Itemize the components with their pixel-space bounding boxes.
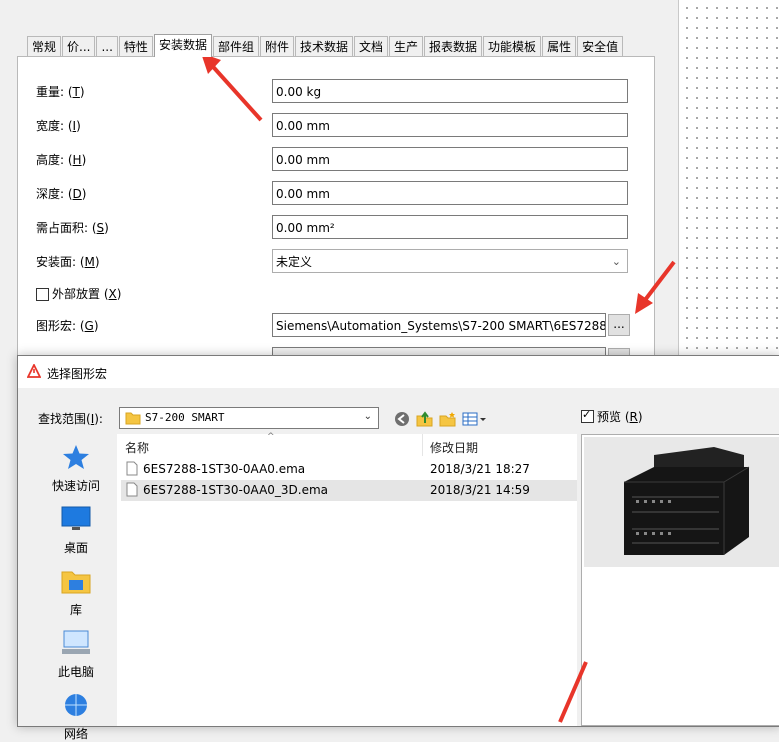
tab-accessories[interactable]: 附件 [259,36,294,57]
tab-production[interactable]: 生产 [389,36,424,57]
new-folder-icon[interactable] [439,411,457,430]
tab-part-group[interactable]: 部件组 [212,36,259,57]
file-name: 6ES7288-1ST30-0AA0.ema [143,462,306,476]
graphic-macro-field[interactable]: Siemens\Automation_Systems\S7-200 SMART\… [272,313,606,337]
sort-ascending-icon: ^ [267,432,275,442]
place-label: 此电脑 [57,665,94,679]
tab-characteristics[interactable]: 特性 [118,36,153,57]
tab-price[interactable]: 价... [62,36,96,57]
properties-window: 常规 价... ... 特性 安装数据 部件组 附件 技术数据 文档 生产 报表… [0,0,678,371]
tab-report-data[interactable]: 报表数据 [424,36,483,57]
height-field[interactable]: 0.00 mm [272,147,628,171]
depth-field[interactable]: 0.00 mm [272,181,628,205]
tab-properties[interactable]: 属性 [542,36,577,57]
mount-surface-value: 未定义 [276,255,313,269]
schematic-canvas[interactable] [678,0,779,360]
place-network[interactable]: 网络 [36,692,116,742]
tab-technical-data[interactable]: 技术数据 [294,36,353,57]
preview-checkbox[interactable]: 预览 (R) [581,408,643,425]
select-macro-dialog: 选择图形宏 查找范围(I): S7-200 SMART ⌄ 快速访问 桌面 库 [17,355,779,741]
area-label: 需占面积: (S) [36,221,109,235]
place-label: 库 [69,603,82,617]
external-placement-label: 外部放置 (X) [52,287,122,301]
tab-safety-values[interactable]: 安全值 [577,36,624,57]
checkbox-checked-icon [581,408,594,423]
place-label: 快速访问 [51,479,100,493]
up-folder-icon[interactable] [416,411,434,430]
browse-button[interactable]: ... [608,314,630,336]
tab-documents[interactable]: 文档 [354,36,389,57]
graphic-macro-label: 图形宏: (G) [36,319,99,333]
preview-pane [581,434,779,726]
mount-label: 安装面: (M) [36,255,100,269]
tab-function-templates[interactable]: 功能模板 [483,36,542,57]
library-icon [36,568,116,597]
file-date: 2018/3/21 18:27 [430,462,530,476]
computer-icon [36,630,116,659]
column-header-name[interactable]: 名称 [125,439,149,456]
external-placement-checkbox[interactable] [36,288,49,301]
tab-mounting-data[interactable]: 安装数据 [153,34,212,57]
file-name: 6ES7288-1ST30-0AA0_3D.ema [143,483,329,497]
place-this-pc[interactable]: 此电脑 [36,630,116,680]
width-field[interactable]: 0.00 mm [272,113,628,137]
place-label: 网络 [63,727,88,741]
file-icon [126,482,138,500]
chevron-down-icon: ⌄ [363,411,372,422]
lookin-label: 查找范围(I): [38,412,103,426]
back-icon[interactable] [394,411,410,430]
view-menu-icon[interactable] [462,411,488,430]
width-label: 宽度: (I) [36,119,81,133]
place-label: 桌面 [63,541,88,555]
eplan-app-icon [26,362,42,381]
weight-label: 重量: (T) [36,85,85,99]
file-date: 2018/3/21 14:59 [430,483,530,497]
column-header-date[interactable]: 修改日期 [430,439,478,456]
lookin-folder-name: S7-200 SMART [145,411,225,424]
area-field[interactable]: 0.00 mm² [272,215,628,239]
weight-field[interactable]: 0.00 kg [272,79,628,103]
lookin-dropdown[interactable]: S7-200 SMART ⌄ [119,407,379,429]
file-row-selected[interactable]: 6ES7288-1ST30-0AA0_3D.ema 2018/3/21 14:5… [121,480,577,501]
plc-3d-preview-image [584,437,779,567]
star-icon [36,444,116,473]
place-quick-access[interactable]: 快速访问 [36,444,116,494]
places-bar: 快速访问 桌面 库 此电脑 网络 [36,434,116,741]
tab-general[interactable]: 常规 [27,36,62,57]
network-icon [36,692,116,721]
tab-strip: 常规 价... ... 特性 安装数据 部件组 附件 技术数据 文档 生产 报表… [27,34,624,57]
dialog-title: 选择图形宏 [47,367,108,381]
place-desktop[interactable]: 桌面 [36,506,116,556]
depth-label: 深度: (D) [36,187,87,201]
height-label: 高度: (H) [36,153,87,167]
chevron-down-icon: ⌄ [611,255,621,268]
desktop-icon [36,506,116,535]
file-icon [126,461,138,479]
column-divider[interactable] [422,434,423,456]
dialog-titlebar: 选择图形宏 [18,356,779,388]
tab-more[interactable]: ... [96,36,118,57]
folder-icon [125,411,141,428]
place-libraries[interactable]: 库 [36,568,116,618]
file-list[interactable]: ^ 名称 修改日期 6ES7288-1ST30-0AA0.ema 2018/3/… [117,432,577,726]
mount-surface-select[interactable]: 未定义 ⌄ [272,249,628,273]
file-row[interactable]: 6ES7288-1ST30-0AA0.ema 2018/3/21 18:27 [121,459,577,480]
